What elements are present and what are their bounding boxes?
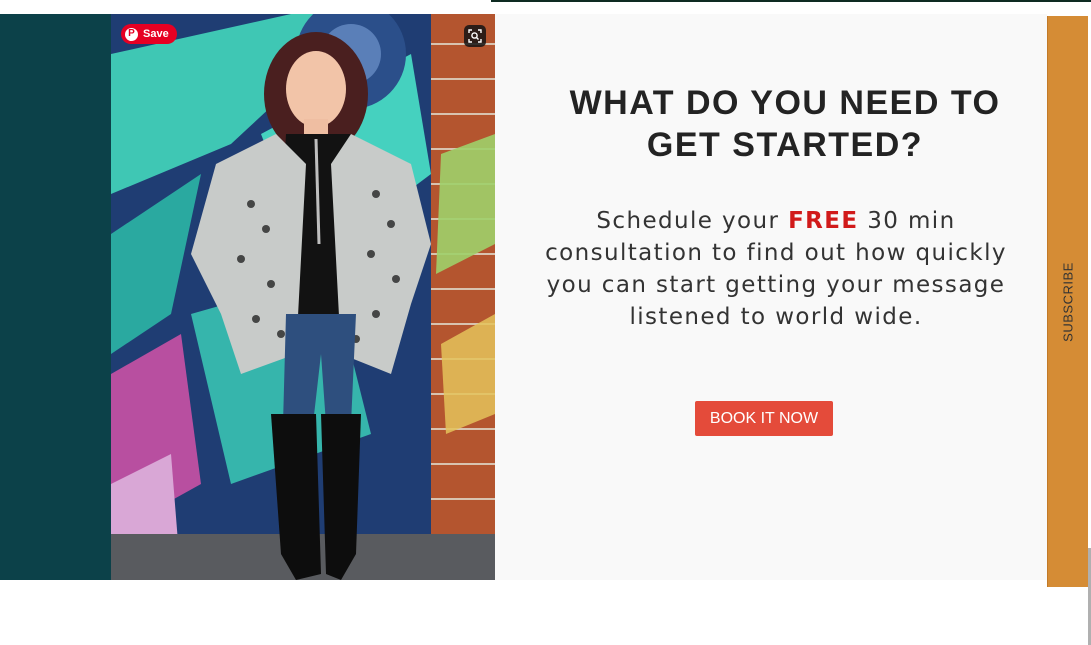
pinterest-save-label: Save — [143, 28, 169, 40]
woman-portrait-image — [111, 14, 495, 580]
free-emphasis: FREE — [788, 208, 859, 234]
section-headline: WHAT DO YOU NEED TO GET STARTED? — [569, 84, 1001, 164]
page: P Save WHAT DO YOU NEED TO GET STARTED? … — [0, 0, 1091, 645]
book-it-now-button[interactable]: BOOK IT NOW — [695, 401, 833, 436]
pinterest-save-button[interactable]: P Save — [121, 24, 177, 44]
subscribe-label: SUBSCRIBE — [1060, 262, 1076, 342]
consultation-description: Schedule your FREE 30 min consultation t… — [523, 205, 1029, 333]
hero-photo — [111, 14, 495, 580]
visual-search-icon — [468, 29, 482, 43]
visual-search-button[interactable] — [464, 25, 486, 47]
pinterest-icon: P — [125, 27, 138, 41]
top-divider — [491, 0, 1091, 2]
description-part-1: Schedule your — [596, 208, 789, 234]
teal-background-panel — [0, 14, 111, 580]
subscribe-side-tab[interactable]: SUBSCRIBE — [1047, 16, 1088, 587]
cta-content-panel: WHAT DO YOU NEED TO GET STARTED? Schedul… — [495, 14, 1047, 580]
